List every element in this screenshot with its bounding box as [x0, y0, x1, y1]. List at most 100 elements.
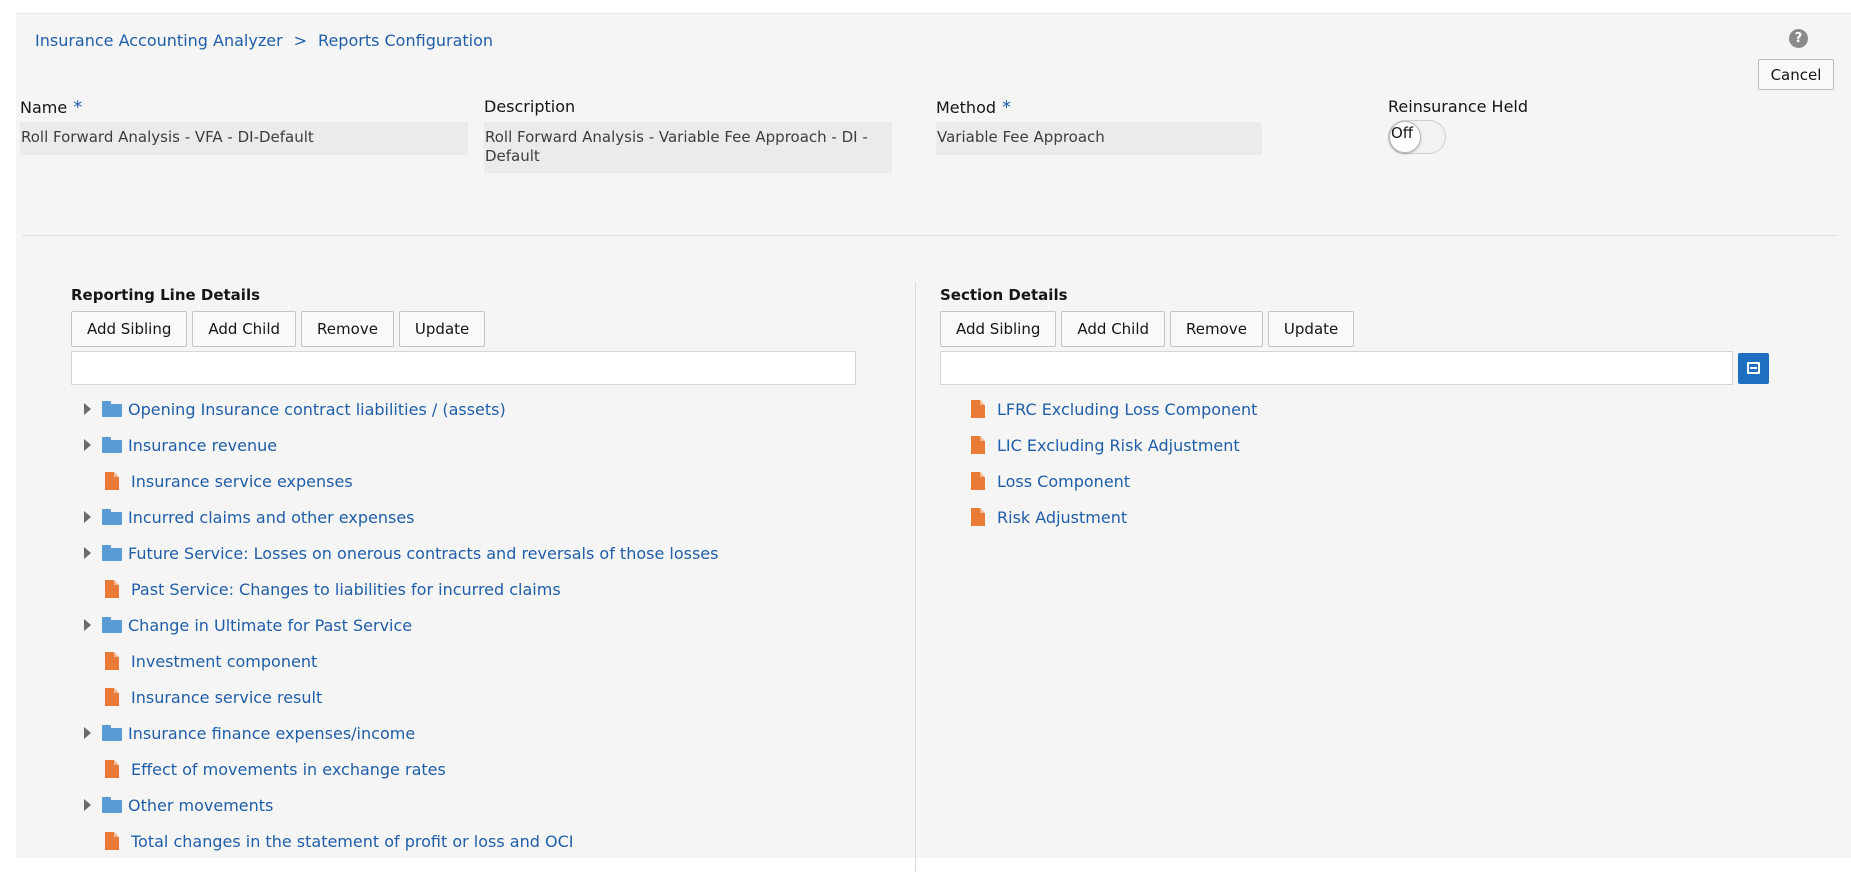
- method-field[interactable]: Variable Fee Approach: [936, 122, 1262, 155]
- tree-item[interactable]: Insurance finance expenses/income: [78, 715, 718, 751]
- tree-item[interactable]: Other movements: [78, 787, 718, 823]
- tree-item-label[interactable]: Total changes in the statement of profit…: [131, 832, 573, 851]
- tree-item[interactable]: Incurred claims and other expenses: [78, 499, 718, 535]
- tree-item-label[interactable]: Opening Insurance contract liabilities /…: [128, 400, 506, 419]
- name-label: Name *: [20, 97, 82, 118]
- tree-item-label[interactable]: Insurance revenue: [128, 436, 277, 455]
- section-filter-input[interactable]: [940, 351, 1733, 385]
- tree-item[interactable]: Insurance service result: [78, 679, 718, 715]
- tree-item-label[interactable]: Insurance finance expenses/income: [128, 724, 415, 743]
- tree-item[interactable]: Opening Insurance contract liabilities /…: [78, 391, 718, 427]
- chevron-right-icon[interactable]: [78, 543, 98, 563]
- section-add-sibling-button[interactable]: Add Sibling: [940, 311, 1057, 347]
- name-field[interactable]: Roll Forward Analysis - VFA - DI-Default: [20, 122, 468, 155]
- chevron-right-icon[interactable]: [78, 723, 98, 743]
- reinsurance-held-label: Reinsurance Held: [1388, 97, 1529, 116]
- tree-item-label[interactable]: Insurance service result: [131, 688, 322, 707]
- document-icon: [105, 832, 119, 850]
- tree-item[interactable]: Investment component: [78, 643, 718, 679]
- breadcrumb-separator: >: [293, 31, 308, 50]
- document-icon: [105, 760, 119, 778]
- folder-icon: [102, 725, 122, 741]
- help-icon[interactable]: ?: [1789, 29, 1808, 48]
- breadcrumb-item-insurance-accounting-analyzer[interactable]: Insurance Accounting Analyzer: [35, 31, 283, 50]
- filter-icon[interactable]: [1738, 353, 1769, 384]
- chevron-right-icon[interactable]: [78, 435, 98, 455]
- document-icon: [971, 400, 985, 418]
- reporting-line-toolbar: Add Sibling Add Child Remove Update: [71, 311, 486, 347]
- reports-configuration-page: Insurance Accounting Analyzer > Reports Co…: [16, 13, 1851, 872]
- document-icon: [105, 688, 119, 706]
- document-icon: [105, 652, 119, 670]
- chevron-right-icon[interactable]: [78, 795, 98, 815]
- tree-item-label[interactable]: Incurred claims and other expenses: [128, 508, 415, 527]
- expander-placeholder: [78, 579, 98, 599]
- method-label: Method *: [936, 97, 1011, 118]
- tree-item[interactable]: Past Service: Changes to liabilities for…: [78, 571, 718, 607]
- tree-item[interactable]: Future Service: Losses on onerous contra…: [78, 535, 718, 571]
- expander-placeholder: [78, 687, 98, 707]
- expander-placeholder: [78, 651, 98, 671]
- tree-item-label[interactable]: Risk Adjustment: [997, 508, 1127, 527]
- name-label-text: Name: [20, 98, 68, 117]
- tree-item[interactable]: Change in Ultimate for Past Service: [78, 607, 718, 643]
- tree-item-label[interactable]: LFRC Excluding Loss Component: [997, 400, 1257, 419]
- tree-item[interactable]: LFRC Excluding Loss Component: [968, 391, 1257, 427]
- tree-item[interactable]: Insurance revenue: [78, 427, 718, 463]
- document-icon: [105, 580, 119, 598]
- reporting-line-tree: Opening Insurance contract liabilities /…: [78, 391, 718, 859]
- reporting-line-update-button[interactable]: Update: [398, 311, 486, 347]
- tree-item[interactable]: LIC Excluding Risk Adjustment: [968, 427, 1257, 463]
- tree-item-label[interactable]: Change in Ultimate for Past Service: [128, 616, 412, 635]
- tree-item-label[interactable]: LIC Excluding Risk Adjustment: [997, 436, 1240, 455]
- tree-item[interactable]: Insurance service expenses: [78, 463, 718, 499]
- tree-item[interactable]: Risk Adjustment: [968, 499, 1257, 535]
- section-details-title: Section Details: [940, 286, 1068, 304]
- toggle-state-text: Off: [1391, 124, 1414, 142]
- section-divider: [22, 235, 1837, 236]
- folder-icon: [102, 401, 122, 417]
- breadcrumb-item-reports-configuration[interactable]: Reports Configuration: [318, 31, 493, 50]
- description-field[interactable]: Roll Forward Analysis - Variable Fee App…: [484, 122, 892, 173]
- folder-icon: [102, 509, 122, 525]
- tree-item-label[interactable]: Investment component: [131, 652, 317, 671]
- section-add-child-button[interactable]: Add Child: [1061, 311, 1166, 347]
- tree-item-label[interactable]: Past Service: Changes to liabilities for…: [131, 580, 561, 599]
- section-update-button[interactable]: Update: [1267, 311, 1355, 347]
- method-label-text: Method: [936, 98, 997, 117]
- document-icon: [971, 436, 985, 454]
- chevron-right-icon[interactable]: [78, 399, 98, 419]
- chevron-right-icon[interactable]: [78, 507, 98, 527]
- expander-placeholder: [78, 759, 98, 779]
- document-icon: [971, 472, 985, 490]
- reporting-line-filter-input[interactable]: [71, 351, 856, 385]
- tree-item-label[interactable]: Effect of movements in exchange rates: [131, 760, 446, 779]
- section-toolbar: Add Sibling Add Child Remove Update: [940, 311, 1355, 347]
- tree-item[interactable]: Effect of movements in exchange rates: [78, 751, 718, 787]
- filter-glyph: [1747, 362, 1760, 374]
- description-label: Description: [484, 97, 576, 116]
- chevron-right-icon[interactable]: [78, 615, 98, 635]
- document-icon: [971, 508, 985, 526]
- tree-item-label[interactable]: Other movements: [128, 796, 273, 815]
- section-remove-button[interactable]: Remove: [1170, 311, 1263, 347]
- tree-item-label[interactable]: Loss Component: [997, 472, 1130, 491]
- reinsurance-held-toggle[interactable]: Off: [1388, 120, 1446, 154]
- folder-icon: [102, 545, 122, 561]
- reporting-line-add-sibling-button[interactable]: Add Sibling: [71, 311, 188, 347]
- cancel-button[interactable]: Cancel: [1758, 59, 1834, 90]
- expander-placeholder: [78, 831, 98, 851]
- panel-divider: [915, 282, 916, 872]
- reporting-line-title: Reporting Line Details: [71, 286, 261, 304]
- tree-item[interactable]: Loss Component: [968, 463, 1257, 499]
- breadcrumb: Insurance Accounting Analyzer > Reports Co…: [35, 31, 493, 50]
- folder-icon: [102, 437, 122, 453]
- reporting-line-remove-button[interactable]: Remove: [301, 311, 394, 347]
- tree-item-label[interactable]: Future Service: Losses on onerous contra…: [128, 544, 718, 563]
- section-tree: LFRC Excluding Loss Component LIC Excludi…: [968, 391, 1257, 535]
- folder-icon: [102, 617, 122, 633]
- tree-item[interactable]: Total changes in the statement of profit…: [78, 823, 718, 859]
- reporting-line-add-child-button[interactable]: Add Child: [192, 311, 297, 347]
- tree-item-label[interactable]: Insurance service expenses: [131, 472, 353, 491]
- document-icon: [105, 472, 119, 490]
